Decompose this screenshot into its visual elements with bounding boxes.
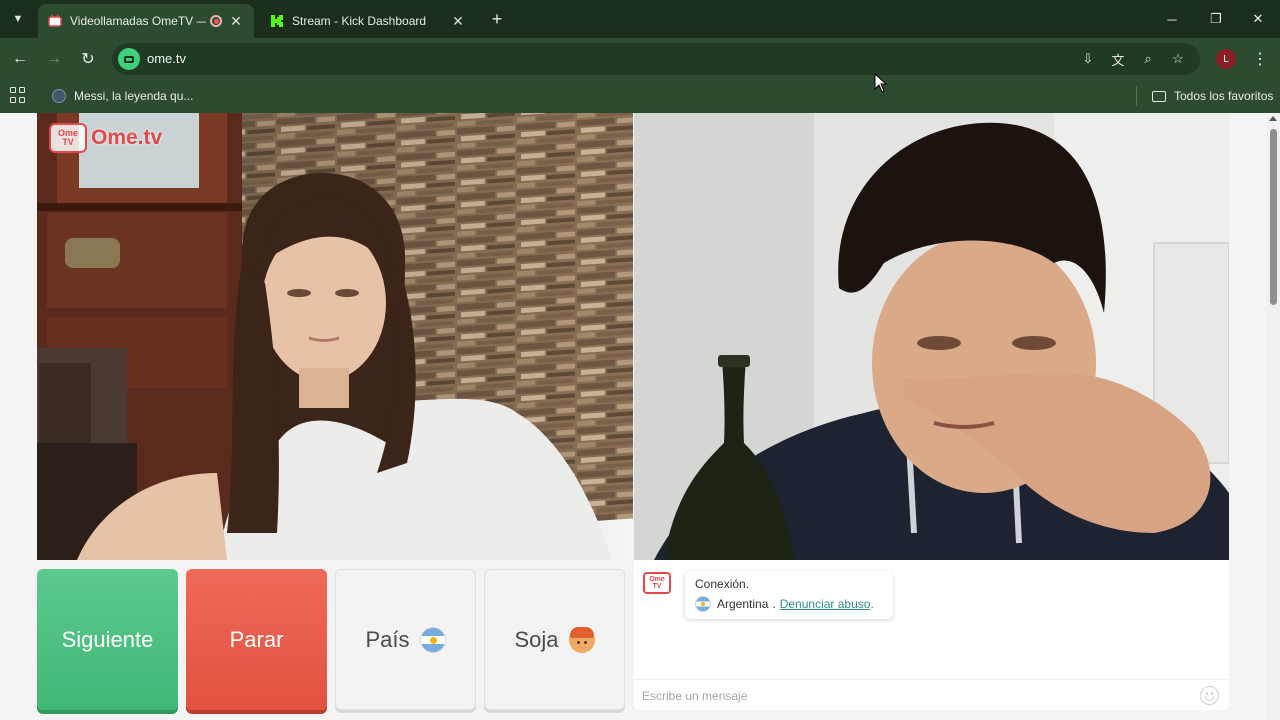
bookmark-star-icon[interactable]: ☆: [1168, 49, 1188, 69]
minimize-icon: ─: [1167, 11, 1177, 27]
scroll-up-arrow-icon[interactable]: [1269, 116, 1277, 121]
zoom-icon[interactable]: ⌕: [1138, 49, 1158, 69]
stop-button-label: Parar: [229, 626, 284, 652]
ometv-logo-text: Ome.tv: [91, 126, 163, 149]
bookmark-item[interactable]: Messi, la leyenda qu...: [52, 86, 193, 106]
tab-ometv[interactable]: Videollamadas OmeTV — A ✕: [38, 4, 254, 38]
arrow-left-icon: ←: [12, 50, 28, 67]
recording-indicator-icon: [210, 15, 222, 27]
restore-icon: ❐: [1210, 11, 1222, 26]
boy-emoji-icon: [568, 626, 595, 653]
close-tab-icon[interactable]: ✕: [450, 13, 466, 30]
new-tab-button[interactable]: +: [486, 8, 508, 30]
country-filter-button[interactable]: País: [335, 569, 476, 710]
browser-menu-icon[interactable]: ⋮: [1250, 48, 1270, 70]
bookmarks-bar: Messi, la leyenda qu... Todos los favori…: [0, 80, 1280, 113]
gender-button-label: Soja: [514, 626, 559, 652]
kick-favicon-icon: [271, 15, 283, 27]
bookmarks-divider: [1136, 86, 1137, 106]
close-icon: ✕: [1252, 11, 1264, 26]
url-text[interactable]: ome.tv: [147, 51, 186, 66]
connection-status: Conexión.: [695, 577, 750, 591]
tab-title: Stream - Kick Dashboard: [292, 14, 427, 28]
message-input[interactable]: [642, 686, 1182, 706]
forward-button[interactable]: →: [42, 47, 66, 71]
argentina-flag-icon: [419, 626, 446, 653]
ometv-favicon-icon: [48, 14, 62, 27]
tab-kick[interactable]: Stream - Kick Dashboard ✕: [260, 4, 476, 38]
gender-filter-button[interactable]: Soja: [484, 569, 625, 710]
close-tab-icon[interactable]: ✕: [228, 13, 244, 30]
site-info-icon[interactable]: [118, 48, 140, 70]
mouse-cursor-icon: [874, 73, 888, 93]
translate-icon[interactable]: 文: [1108, 49, 1128, 69]
local-video-frame: [37, 113, 633, 560]
close-window-button[interactable]: ✕: [1236, 0, 1280, 38]
restore-button[interactable]: ❐: [1194, 0, 1238, 38]
emoji-smiley-icon[interactable]: [1200, 686, 1219, 705]
browser-toolbar: ← → ↻ ome.tv ⇩ 文 ⌕ ☆ L ⋮: [0, 38, 1280, 80]
partner-country: Argentina: [717, 597, 769, 611]
ometv-chat-logo-icon: Ome TV: [643, 572, 671, 594]
message-composer: [634, 679, 1229, 710]
tab-search-button[interactable]: ▼: [6, 8, 30, 30]
country-button-label: País: [365, 626, 410, 652]
all-bookmarks-button[interactable]: Todos los favoritos: [1152, 86, 1273, 106]
apps-grid-icon[interactable]: [10, 87, 26, 103]
remote-video-frame: [634, 113, 1229, 560]
report-suffix: .: [870, 597, 874, 611]
profile-avatar[interactable]: L: [1216, 49, 1236, 69]
ometv-logo: Ome TV Ome.tv: [49, 123, 162, 153]
system-message: Conexión. Argentina . Denunciar abuso .: [685, 571, 893, 619]
ometv-logo-icon: Ome TV: [49, 123, 87, 153]
country-separator: .: [772, 597, 776, 611]
stop-button[interactable]: Parar: [186, 569, 327, 710]
tab-strip: ▼ Videollamadas OmeTV — A ✕ Stream - Kic…: [0, 0, 1280, 38]
arrow-right-icon: →: [46, 50, 62, 67]
page-content: Ome TV Ome.tv Siguiente Parar País Soja …: [0, 113, 1280, 720]
all-bookmarks-label: Todos los favoritos: [1174, 89, 1274, 103]
folder-icon: [1152, 90, 1166, 102]
globe-icon: [52, 89, 66, 103]
argentina-flag-icon: [695, 596, 711, 612]
back-button[interactable]: ←: [8, 47, 32, 71]
install-app-icon[interactable]: ⇩: [1078, 49, 1098, 69]
reload-icon: ↻: [81, 51, 95, 68]
scrollbar-thumb[interactable]: [1270, 129, 1277, 305]
minimize-button[interactable]: ─: [1150, 0, 1194, 38]
address-bar[interactable]: ome.tv ⇩ 文 ⌕ ☆: [112, 43, 1200, 75]
remote-video: [634, 113, 1229, 560]
local-video: Ome TV Ome.tv: [37, 113, 633, 560]
tab-title: Videollamadas OmeTV — A: [70, 14, 206, 28]
next-button-label: Siguiente: [61, 626, 154, 652]
plus-icon: +: [491, 8, 503, 29]
chevron-down-icon: ▼: [12, 13, 24, 25]
chat-panel: Ome TV Conexión. Argentina . Denunciar ab…: [634, 560, 1229, 710]
bookmark-label: Messi, la leyenda qu...: [74, 89, 194, 103]
next-button[interactable]: Siguiente: [37, 569, 178, 710]
page-scrollbar[interactable]: [1266, 113, 1280, 720]
reload-button[interactable]: ↻: [76, 47, 100, 71]
report-abuse-link[interactable]: Denunciar abuso: [780, 597, 871, 611]
